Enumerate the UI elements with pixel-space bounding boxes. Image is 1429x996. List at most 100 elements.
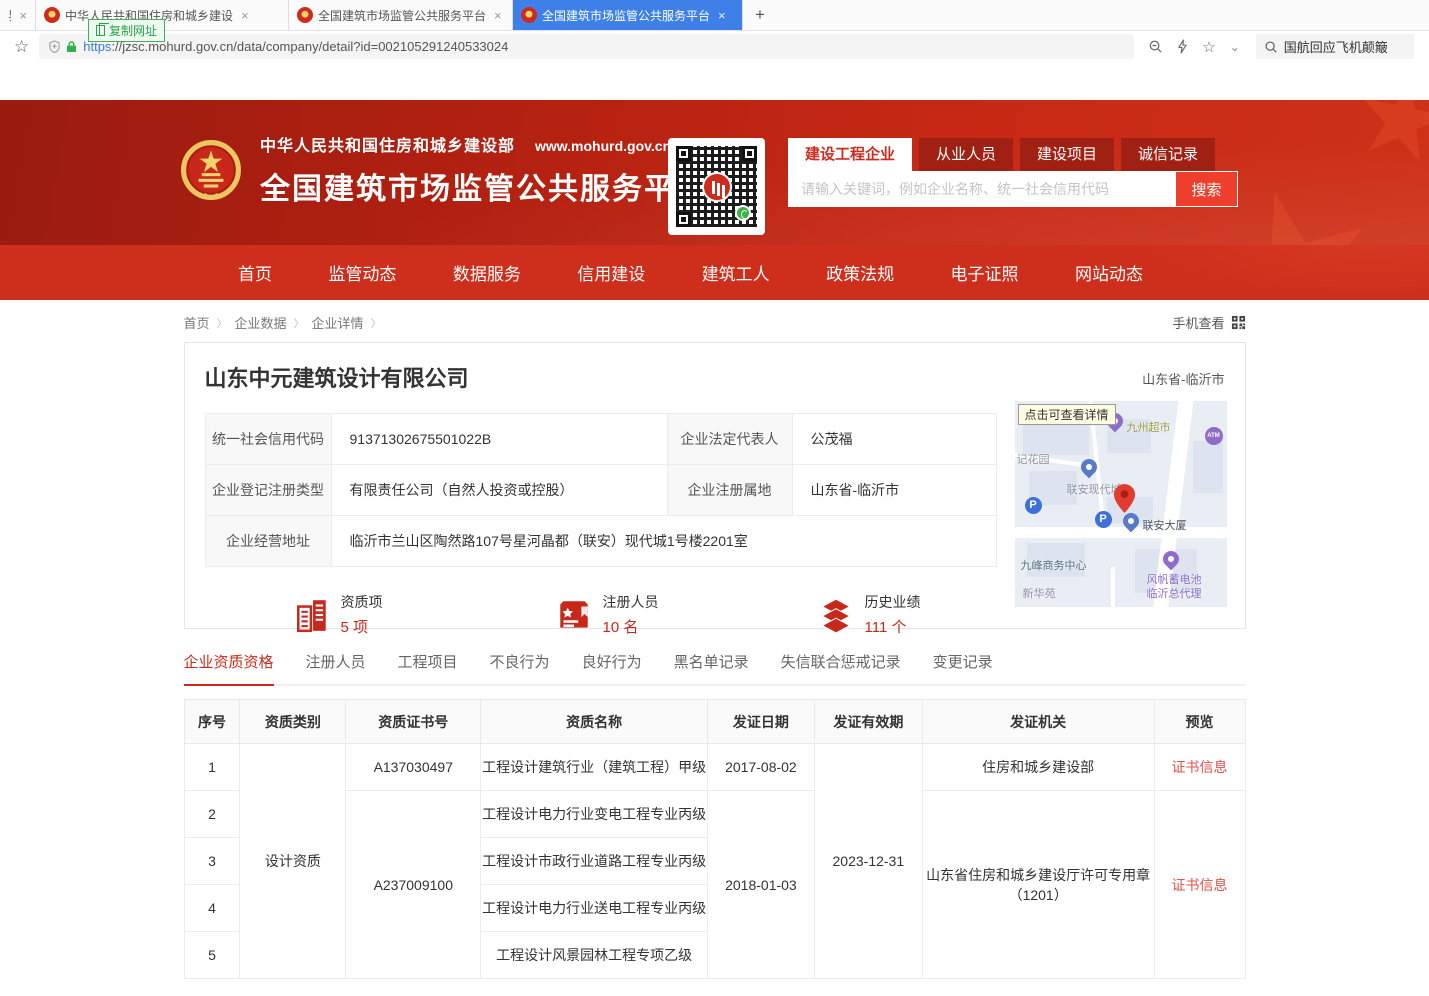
mobile-view-label: 手机查看 [1172, 313, 1224, 332]
emblem-favicon [44, 7, 60, 23]
col-header-preview: 预览 [1154, 700, 1245, 744]
map-label-business-center: 九峰商务中心 [1021, 557, 1087, 573]
browser-tab-0[interactable]: 界 × [0, 0, 36, 30]
breadcrumb-separator: 〉 [371, 315, 382, 331]
stat-label: 历史业绩 [865, 592, 921, 612]
address-field[interactable]: https://jzsc.mohurd.gov.cn/data/company/… [39, 34, 1134, 59]
breadcrumb-separator: 〉 [294, 315, 305, 331]
nav-item-home[interactable]: 首页 [238, 260, 272, 285]
tab-title: 全国建筑市场监管公共服务平台 [542, 7, 710, 24]
tab-change-records[interactable]: 变更记录 [933, 651, 993, 684]
nav-item-e-license[interactable]: 电子证照 [951, 260, 1019, 285]
close-icon[interactable]: × [19, 8, 27, 23]
mobile-view[interactable]: 手机查看 [1172, 313, 1245, 332]
new-tab-button[interactable]: + [743, 0, 777, 30]
map-road [1015, 527, 1227, 538]
nav-item-policy[interactable]: 政策法规 [826, 260, 894, 285]
search-category-tabs: 建设工程企业 从业人员 建设项目 诚信记录 [788, 138, 1238, 171]
search-tab-personnel[interactable]: 从业人员 [919, 138, 1013, 171]
stat-registered-personnel[interactable]: 注册人员 10 名 [555, 592, 817, 637]
cell-no: 3 [184, 838, 240, 885]
breadcrumb-home[interactable]: 首页 [184, 313, 210, 332]
favorite-star-icon[interactable]: ☆ [1202, 38, 1215, 56]
tab-strip: 界 × 中华人民共和国住房和城乡建设 × 全国建筑市场监管公共服务平台 × 全国… [0, 0, 1429, 31]
col-header-name: 资质名称 [481, 700, 708, 744]
certificate-icon [555, 596, 593, 634]
stat-label: 注册人员 [603, 592, 659, 612]
platform-title: 全国建筑市场监管公共服务平台 [260, 164, 708, 208]
parking-icon: P [1025, 497, 1042, 514]
keyword-search-input[interactable] [789, 172, 1175, 206]
stat-value: 5 项 [341, 616, 383, 637]
page-top-gap [0, 62, 1429, 100]
cell-no: 2 [184, 791, 240, 838]
shield-icon [49, 40, 60, 53]
stat-label: 资质项 [341, 592, 383, 612]
breadcrumb-company-detail[interactable]: 企业详情 [312, 313, 364, 332]
qr-code [668, 138, 765, 235]
tab-dishonesty[interactable]: 失信联合惩戒记录 [781, 651, 901, 684]
nav-item-data-service[interactable]: 数据服务 [453, 260, 521, 285]
layers-icon [817, 596, 855, 634]
nav-item-supervision[interactable]: 监管动态 [328, 260, 396, 285]
certificate-info-link[interactable]: 证书信息 [1172, 759, 1228, 775]
company-region: 山东省-临沂市 [1142, 369, 1224, 388]
tab-bad-behavior[interactable]: 不良行为 [490, 651, 550, 684]
close-icon[interactable]: × [241, 8, 249, 23]
cell-name: 工程设计风景园林工程专项乙级 [481, 932, 708, 979]
breadcrumb-separator: 〉 [217, 315, 228, 331]
nav-item-site-news[interactable]: 网站动态 [1075, 260, 1143, 285]
location-map[interactable]: 点击可查看详情 九州超市 ATM 记花园 联安现代城 联安大厦 P P 九峰商务… [1015, 401, 1227, 607]
authority-line-1: 山东省住房和城乡建设厅许可专用章 [923, 865, 1154, 885]
stat-qualifications[interactable]: 资质项 5 项 [293, 592, 555, 637]
search-tab-project[interactable]: 建设项目 [1020, 138, 1114, 171]
lightning-icon[interactable] [1177, 39, 1188, 54]
chevron-down-icon[interactable]: ⌄ [1230, 40, 1240, 54]
company-card: 山东中元建筑设计有限公司 山东省-临沂市 统一社会信用代码 9137130267… [184, 342, 1246, 629]
national-emblem-icon [180, 139, 242, 201]
map-label-xinhuayuan: 新华苑 [1023, 585, 1056, 601]
tab-good-behavior[interactable]: 良好行为 [582, 651, 642, 684]
certificate-info-link[interactable]: 证书信息 [1172, 877, 1228, 893]
nav-item-workers[interactable]: 建筑工人 [702, 260, 770, 285]
cell-issue-date: 2018-01-03 [707, 791, 814, 979]
search-button[interactable]: 搜索 [1175, 172, 1237, 206]
registration-type-value: 有限责任公司（自然人投资或控股） [331, 465, 667, 516]
header-search-module: 建设工程企业 从业人员 建设项目 诚信记录 搜索 [788, 138, 1238, 207]
close-icon[interactable]: × [494, 8, 502, 23]
tab-blacklist[interactable]: 黑名单记录 [674, 651, 749, 684]
col-header-category: 资质类别 [240, 700, 346, 744]
cell-no: 1 [184, 744, 240, 791]
qr-center-logo [702, 172, 732, 202]
building-icon [293, 596, 331, 634]
tab-registered-personnel[interactable]: 注册人员 [306, 651, 366, 684]
emblem-favicon [521, 7, 537, 23]
search-tab-credit[interactable]: 诚信记录 [1121, 138, 1215, 171]
site-header: 中华人民共和国住房和城乡建设部www.mohurd.gov.cn 全国建筑市场监… [0, 100, 1429, 245]
url-path: ://jzsc.mohurd.gov.cn/data/company/detai… [111, 39, 508, 54]
site-logo[interactable]: 中华人民共和国住房和城乡建设部www.mohurd.gov.cn 全国建筑市场监… [180, 132, 708, 208]
cell-authority: 住房和城乡建设部 [922, 744, 1154, 791]
cell-name: 工程设计建筑行业（建筑工程）甲级 [481, 744, 708, 791]
detail-section-tabs: 企业资质资格 注册人员 工程项目 不良行为 良好行为 黑名单记录 失信联合惩戒记… [184, 651, 1246, 686]
cell-no: 4 [184, 885, 240, 932]
zoom-out-icon[interactable] [1148, 39, 1163, 54]
breadcrumb-company-data[interactable]: 企业数据 [235, 313, 287, 332]
col-header-no: 序号 [184, 700, 240, 744]
ministry-url: www.mohurd.gov.cn [535, 138, 671, 154]
qr-mini-icon [1231, 315, 1246, 330]
cell-category: 设计资质 [240, 744, 346, 979]
browser-search-box[interactable]: 国航回应飞机颠簸 [1256, 34, 1414, 59]
browser-tab-3-active[interactable]: 全国建筑市场监管公共服务平台 × [513, 0, 743, 30]
search-tab-enterprise[interactable]: 建设工程企业 [788, 138, 912, 171]
browser-tab-2[interactable]: 全国建筑市场监管公共服务平台 × [289, 0, 513, 30]
nav-item-credit[interactable]: 信用建设 [577, 260, 645, 285]
bookmark-star-icon[interactable]: ☆ [14, 37, 29, 57]
tab-projects[interactable]: 工程项目 [398, 651, 458, 684]
close-icon[interactable]: × [718, 8, 726, 23]
map-label-battery-2: 临沂总代理 [1147, 585, 1202, 601]
copy-url-label: 复制网址 [109, 22, 157, 39]
lock-icon [66, 40, 77, 53]
info-label: 企业登记注册类型 [205, 465, 331, 516]
tab-qualifications[interactable]: 企业资质资格 [184, 651, 274, 686]
